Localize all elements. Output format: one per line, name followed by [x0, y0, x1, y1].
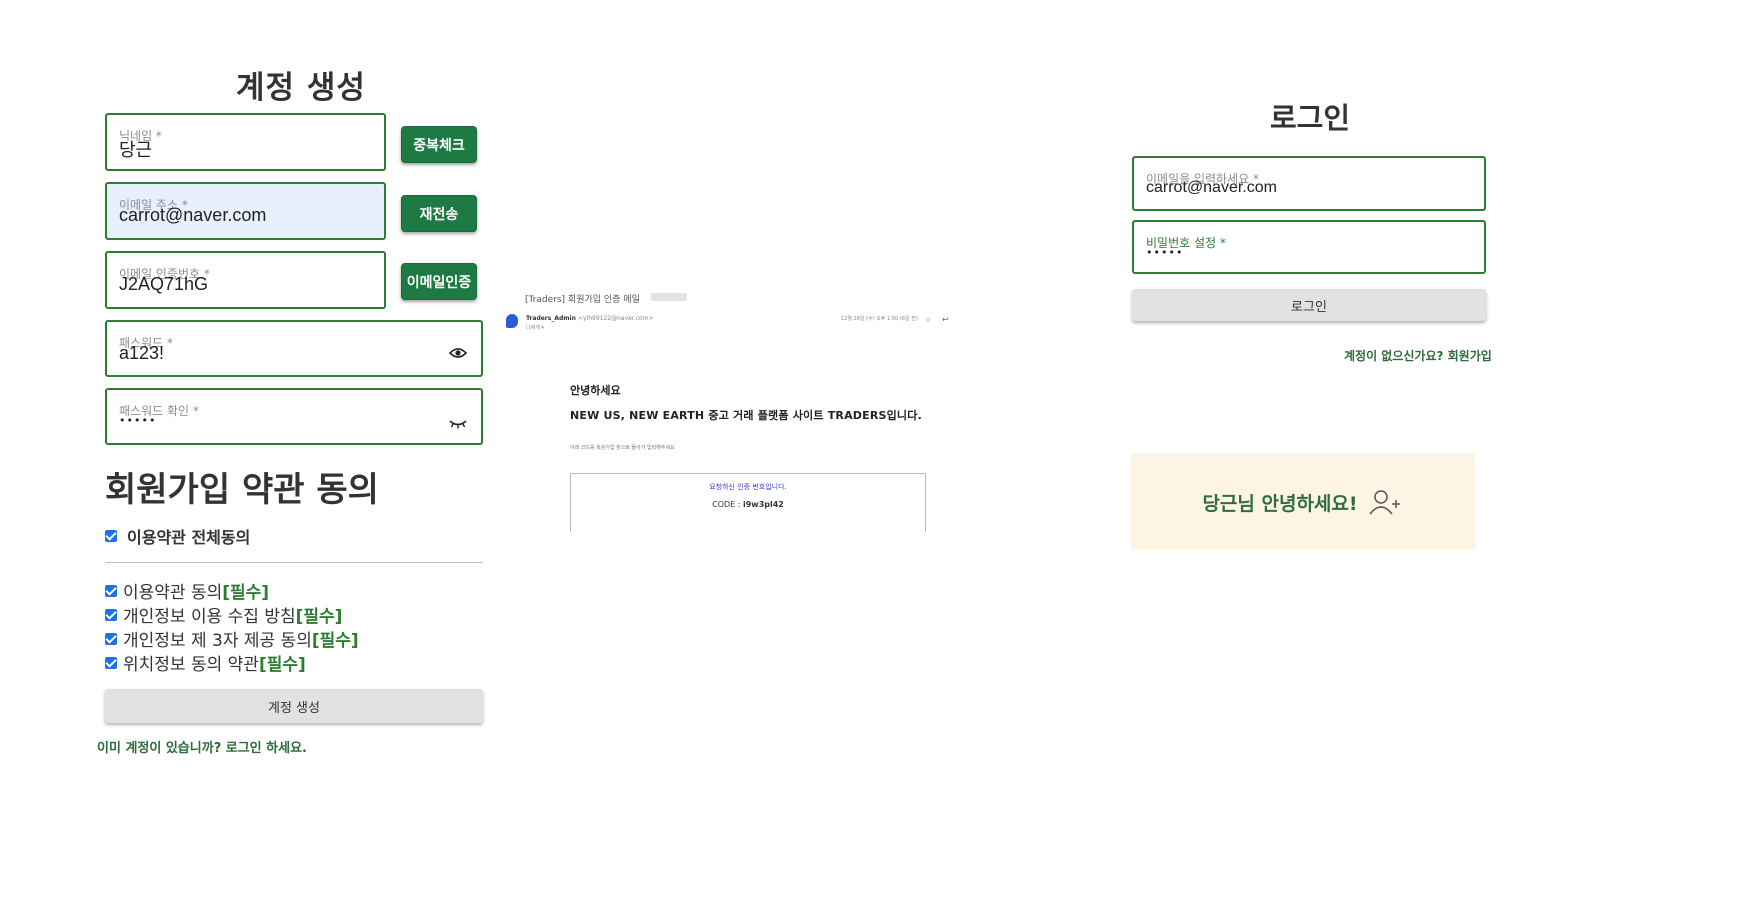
email-greeting: 안녕하세요: [570, 384, 621, 397]
email-value: carrot@naver.com: [119, 205, 267, 225]
sender-avatar: [506, 314, 518, 328]
verification-code-field[interactable]: 이메일 인증번호 * J2AQ71hG: [105, 251, 386, 309]
welcome-text: 당근님 안녕하세요!: [1202, 492, 1358, 515]
code-value: i9w3pl42: [743, 500, 784, 509]
eye-closed-icon[interactable]: [449, 418, 467, 430]
agree-all-checkbox[interactable]: 이용약관 전체동의: [105, 524, 250, 548]
password-confirm-field[interactable]: 패스워드 확인 * •••••: [105, 388, 483, 445]
password-value: a123!: [119, 343, 165, 363]
sender-name: Traders_Admin: [526, 315, 576, 322]
sender-address: <ylh99122@naver.com>: [577, 315, 654, 322]
password-field[interactable]: 패스워드 * a123!: [105, 320, 483, 377]
divider: [105, 562, 483, 563]
terms-item-2[interactable]: 개인정보 이용 수집 방침 [필수]: [105, 602, 342, 627]
email-date: 12월 28일 (수) 오후 1:50 (6일 전): [841, 316, 918, 322]
nickname-field[interactable]: 닉네임 * 당근: [105, 113, 386, 171]
login-email-field[interactable]: 이메일을 입력하세요 * carrot@naver.com: [1132, 156, 1486, 211]
checkbox-icon[interactable]: [105, 530, 117, 542]
verification-code-value: J2AQ71hG: [119, 274, 209, 294]
duplicate-check-button[interactable]: 중복체크: [401, 126, 477, 163]
resend-button[interactable]: 재전송: [401, 195, 477, 232]
email-sender: Traders_Admin <ylh99122@naver.com>: [526, 315, 653, 322]
checkbox-icon[interactable]: [105, 632, 117, 645]
terms-item-label: 위치정보 동의 약관: [123, 655, 259, 675]
code-notice: 요청하신 인증 번호입니다.: [709, 483, 787, 491]
checkbox-icon[interactable]: [105, 656, 117, 669]
terms-title: 회원가입 약관 동의: [105, 470, 379, 510]
checkbox-icon[interactable]: [105, 584, 117, 597]
checkbox-icon[interactable]: [105, 608, 117, 621]
required-tag: [필수]: [311, 631, 359, 651]
reply-icon: ↩: [942, 315, 949, 324]
email-field[interactable]: 이메일 주소 * carrot@naver.com: [105, 182, 386, 240]
required-tag: [필수]: [295, 607, 343, 627]
email-subject: [Traders] 회원가입 인증 메일: [525, 295, 640, 305]
email-instruction: 아래 코드를 회원가입 창으로 돌아가 입력해주세요: [570, 445, 675, 451]
terms-item-label: 이용약관 동의: [123, 583, 223, 603]
star-icon: ☆: [925, 316, 932, 324]
login-title: 로그인: [1270, 101, 1351, 135]
terms-item-4[interactable]: 위치정보 동의 약관 [필수]: [105, 650, 306, 675]
terms-item-label: 개인정보 제 3자 제공 동의: [123, 631, 312, 651]
login-password-field[interactable]: 비밀번호 설정 * •••••: [1132, 220, 1486, 274]
code-box: 요청하신 인증 번호입니다. CODE : i9w3pl42: [570, 473, 926, 532]
signup-title: 계정 생성: [236, 70, 366, 106]
welcome-banner: 당근님 안녕하세요!: [1131, 454, 1475, 550]
required-tag: [필수]: [258, 655, 306, 675]
verification-email-card: [Traders] 회원가입 인증 메일 Traders_Admin <ylh9…: [493, 280, 975, 542]
email-headline: NEW US, NEW EARTH 중고 거래 플랫폼 사이트 TRADERS입…: [570, 409, 922, 422]
password-confirm-value: •••••: [119, 414, 157, 427]
terms-item-1[interactable]: 이용약관 동의 [필수]: [105, 578, 269, 603]
terms-item-3[interactable]: 개인정보 제 3자 제공 동의 [필수]: [105, 626, 359, 651]
login-button[interactable]: 로그인: [1132, 289, 1486, 321]
terms-item-label: 개인정보 이용 수집 방침: [123, 607, 296, 627]
login-password-value: •••••: [1146, 246, 1184, 259]
login-link[interactable]: 이미 계정이 있습니까? 로그인 하세요.: [97, 737, 307, 756]
code-label: CODE :: [712, 500, 743, 509]
email-verify-button[interactable]: 이메일인증: [401, 263, 477, 300]
nickname-value: 당근: [119, 140, 153, 160]
add-user-icon[interactable]: [1368, 488, 1404, 516]
email-recipient: 나에게 ▾: [526, 325, 544, 331]
code-line: CODE : i9w3pl42: [571, 500, 925, 509]
agree-all-label: 이용약관 전체동의: [127, 528, 251, 547]
eye-icon[interactable]: [449, 347, 467, 359]
inbox-tag: [651, 293, 687, 301]
login-email-value: carrot@naver.com: [1146, 179, 1277, 196]
create-account-button[interactable]: 계정 생성: [105, 689, 483, 723]
signup-link[interactable]: 계정이 없으신가요? 회원가입: [1344, 347, 1492, 364]
required-tag: [필수]: [222, 583, 270, 603]
